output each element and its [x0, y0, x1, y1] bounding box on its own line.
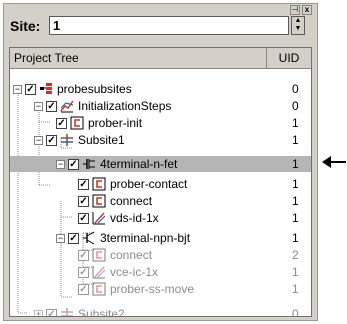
uid-value: 1: [292, 265, 299, 279]
tree-row[interactable]: − ✓ 3terminal-npn-bjt 1: [10, 230, 311, 246]
uid-value: 0: [292, 99, 299, 113]
project-tree[interactable]: Project Tree UID − ✓ probesubsites 0 − ✓…: [9, 47, 312, 317]
bjt-icon: [83, 231, 95, 245]
tree-row[interactable]: ✓ vds-id-1x 1: [10, 210, 311, 226]
checkbox[interactable]: ✓: [78, 195, 89, 207]
collapse-icon[interactable]: −: [13, 84, 22, 94]
script-icon: [92, 177, 106, 191]
tree-row-disabled[interactable]: ✓ connect 2: [10, 247, 311, 263]
spin-up-icon[interactable]: ▲: [292, 17, 304, 25]
checkbox[interactable]: ✓: [46, 100, 57, 112]
pin-button[interactable]: ⊣: [290, 5, 300, 15]
tree-item-label: prober-ss-move: [110, 282, 195, 296]
pointer-arrow-icon: [322, 156, 346, 168]
tree-row[interactable]: ✓ prober-init 1: [10, 115, 311, 131]
tree-row-disabled[interactable]: ✓ prober-ss-move 1: [10, 281, 311, 297]
tree-item-label: connect: [110, 248, 153, 262]
tree-item-label: prober-contact: [110, 177, 188, 191]
checkbox[interactable]: ✓: [25, 83, 36, 95]
uid-value: 1: [292, 194, 299, 208]
collapse-icon[interactable]: −: [34, 101, 43, 111]
tree-item-label: 4terminal-n-fet: [100, 157, 178, 171]
close-button[interactable]: x: [302, 5, 312, 15]
tree-item-label: InitializationSteps: [78, 99, 172, 113]
uid-value: 1: [292, 116, 299, 130]
tree-row-disabled[interactable]: ✓ vce-ic-1x 1: [10, 264, 311, 280]
tree-item-label: vce-ic-1x: [110, 265, 159, 279]
collapse-icon[interactable]: −: [56, 159, 65, 169]
expand-icon[interactable]: +: [34, 309, 43, 316]
site-label: Site:: [10, 18, 41, 34]
subsite-icon: [61, 134, 73, 146]
checkbox[interactable]: ✓: [68, 158, 79, 170]
tree-row-selected[interactable]: − ✓ 4terminal-n-fet 1: [10, 156, 311, 172]
project-tree-panel: ⊣ x Site: 1 ▲ ▼ Project Tree UID − ✓ pro…: [3, 3, 318, 321]
tree-row[interactable]: − ✓ probesubsites 0: [10, 81, 311, 97]
uid-value: 1: [292, 133, 299, 147]
script-icon: [92, 194, 106, 208]
subsite-icon: [61, 308, 73, 316]
tree-item-label: probesubsites: [57, 82, 132, 96]
collapse-icon[interactable]: −: [56, 233, 65, 243]
uid-value: 1: [292, 177, 299, 191]
spin-down-icon[interactable]: ▼: [292, 25, 304, 33]
uid-value: 0: [292, 82, 299, 96]
checkbox[interactable]: ✓: [78, 249, 89, 261]
uid-value: 1: [292, 231, 299, 245]
steps-icon: [60, 100, 74, 113]
checkbox[interactable]: ✓: [68, 232, 79, 244]
tree-row[interactable]: − ✓ InitializationSteps 0: [10, 98, 311, 114]
tree-item-label: 3terminal-npn-bjt: [100, 231, 191, 245]
script-icon: [92, 248, 106, 262]
site-input[interactable]: 1: [49, 16, 289, 35]
collapse-icon[interactable]: −: [34, 135, 43, 145]
uid-value: 2: [292, 248, 299, 262]
checkbox[interactable]: ✓: [46, 308, 57, 316]
tree-row-disabled[interactable]: + ✓ Subsite2 0: [10, 306, 311, 317]
tree-item-label: connect: [110, 194, 153, 208]
panel-titlebar: ⊣ x: [4, 4, 317, 16]
site-spinner[interactable]: ▲ ▼: [291, 16, 305, 35]
graph-icon: [92, 266, 106, 279]
graph-icon: [92, 212, 106, 225]
uid-value: 1: [292, 282, 299, 296]
tree-item-label: prober-init: [88, 116, 143, 130]
script-icon: [70, 116, 84, 130]
checkbox[interactable]: ✓: [78, 266, 89, 278]
tree-row[interactable]: ✓ prober-contact 1: [10, 176, 311, 192]
project-icon: [40, 83, 52, 94]
tree-row[interactable]: ✓ connect 1: [10, 193, 311, 209]
checkbox[interactable]: ✓: [78, 212, 89, 224]
checkbox[interactable]: ✓: [46, 134, 57, 146]
tree-item-label: Subsite1: [78, 133, 125, 147]
uid-value: 0: [292, 307, 299, 317]
checkbox[interactable]: ✓: [78, 283, 89, 295]
tree-item-label: vds-id-1x: [110, 211, 159, 225]
tree-item-label: Subsite2: [78, 307, 125, 317]
fet-icon: [83, 159, 95, 169]
script-icon: [92, 282, 106, 296]
uid-value: 1: [292, 157, 299, 171]
tree-row[interactable]: − ✓ Subsite1 1: [10, 132, 311, 148]
checkbox[interactable]: ✓: [56, 117, 67, 129]
uid-value: 1: [292, 211, 299, 225]
checkbox[interactable]: ✓: [78, 178, 89, 190]
